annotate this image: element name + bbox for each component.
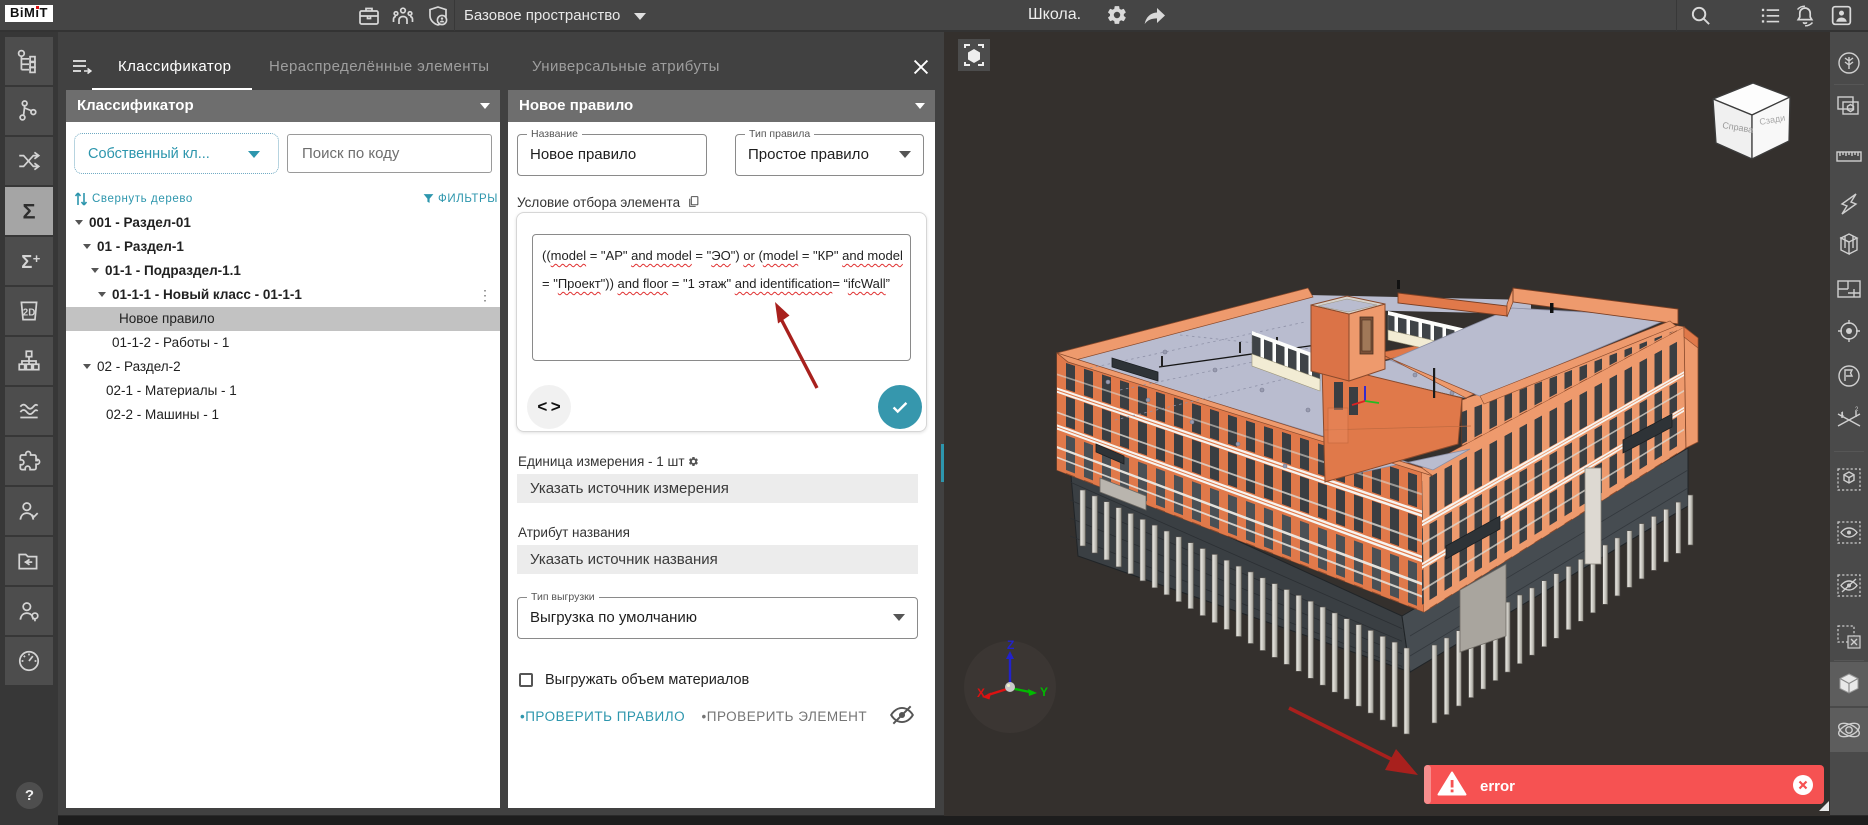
svg-text:X: X (977, 686, 985, 700)
svg-text:Σ: Σ (23, 199, 36, 224)
svg-text:Y: Y (1040, 685, 1048, 699)
svg-text:Z: Z (1007, 638, 1014, 652)
svg-text:+: + (33, 251, 41, 266)
svg-text:Σ: Σ (21, 251, 32, 272)
svg-text:error: error (1480, 778, 1515, 795)
svg-text:2D: 2D (23, 307, 35, 318)
svg-text:2: 2 (1855, 407, 1859, 413)
